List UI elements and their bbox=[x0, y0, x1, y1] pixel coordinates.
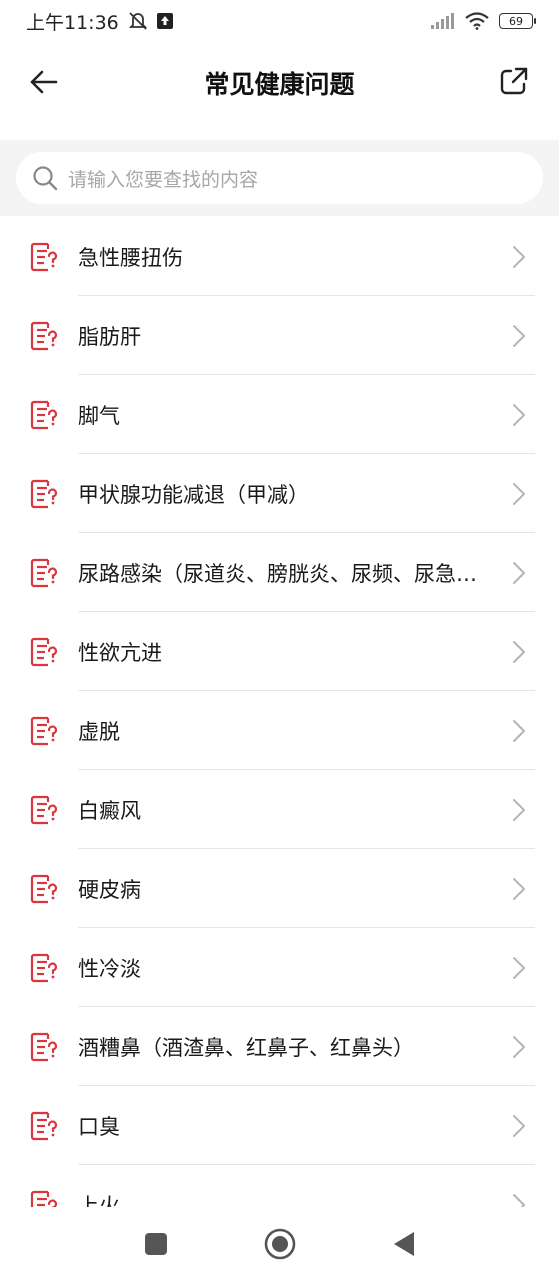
chevron-right-icon bbox=[513, 325, 525, 347]
search-placeholder: 请输入您要查找的内容 bbox=[68, 168, 259, 191]
status-bar: 上午11:36 69 bbox=[0, 0, 559, 42]
list-item[interactable]: 脂肪肝 bbox=[0, 296, 559, 375]
document-question-icon bbox=[30, 874, 58, 904]
document-question-icon bbox=[30, 242, 58, 272]
list-item[interactable]: 白癜风 bbox=[0, 770, 559, 849]
document-question-icon bbox=[30, 558, 58, 588]
list-item-label: 虚脱 bbox=[78, 719, 120, 744]
battery-indicator: 69 bbox=[499, 13, 536, 29]
list-item[interactable]: 上火 bbox=[0, 1165, 559, 1207]
list-item-label: 尿路感染（尿道炎、膀胱炎、尿频、尿急、尿痛） bbox=[78, 561, 488, 586]
document-question-icon bbox=[30, 716, 58, 746]
signal-icon bbox=[431, 13, 454, 29]
status-time: 上午11:36 bbox=[26, 11, 119, 34]
list-item-label: 脚气 bbox=[78, 403, 120, 428]
upload-notification-icon bbox=[156, 13, 173, 29]
document-question-icon bbox=[30, 953, 58, 983]
list-item-label: 脂肪肝 bbox=[78, 324, 141, 349]
list-item[interactable]: 口臭 bbox=[0, 1086, 559, 1165]
recent-apps-icon[interactable] bbox=[144, 1232, 168, 1256]
list-item-label: 口臭 bbox=[78, 1114, 120, 1139]
list-item[interactable]: 硬皮病 bbox=[0, 849, 559, 928]
chevron-right-icon bbox=[513, 1194, 525, 1207]
list-item[interactable]: 脚气 bbox=[0, 375, 559, 454]
document-question-icon bbox=[30, 321, 58, 351]
list-item-label: 酒糟鼻（酒渣鼻、红鼻子、红鼻头） bbox=[78, 1035, 414, 1060]
list-item[interactable]: 尿路感染（尿道炎、膀胱炎、尿频、尿急、尿痛） bbox=[0, 533, 559, 612]
list-item[interactable]: 酒糟鼻（酒渣鼻、红鼻子、红鼻头） bbox=[0, 1007, 559, 1086]
back-triangle-icon[interactable] bbox=[392, 1231, 416, 1257]
document-question-icon bbox=[30, 1190, 58, 1207]
chevron-right-icon bbox=[513, 720, 525, 742]
chevron-right-icon bbox=[513, 483, 525, 505]
list-item[interactable]: 性冷淡 bbox=[0, 928, 559, 1007]
list-item-label: 上火 bbox=[78, 1193, 120, 1208]
chevron-right-icon bbox=[513, 1036, 525, 1058]
document-question-icon bbox=[30, 795, 58, 825]
chevron-right-icon bbox=[513, 799, 525, 821]
chevron-right-icon bbox=[513, 404, 525, 426]
share-icon[interactable] bbox=[499, 66, 529, 96]
list-item[interactable]: 甲状腺功能减退（甲减） bbox=[0, 454, 559, 533]
search-area: 请输入您要查找的内容 bbox=[0, 140, 559, 216]
chevron-right-icon bbox=[513, 562, 525, 584]
document-question-icon bbox=[30, 400, 58, 430]
chevron-right-icon bbox=[513, 957, 525, 979]
health-question-list: 急性腰扭伤 脂肪肝 脚气 甲状腺功能减退（甲减） 尿路感染（尿道炎、膀胱炎、尿频… bbox=[0, 217, 559, 1207]
list-item-label: 性欲亢进 bbox=[78, 640, 162, 665]
list-item-label: 甲状腺功能减退（甲减） bbox=[78, 482, 309, 507]
document-question-icon bbox=[30, 479, 58, 509]
list-item[interactable]: 急性腰扭伤 bbox=[0, 217, 559, 296]
wifi-icon bbox=[465, 12, 489, 30]
chevron-right-icon bbox=[513, 246, 525, 268]
mute-bell-icon bbox=[128, 12, 147, 30]
app-header: 常见健康问题 bbox=[0, 42, 559, 124]
chevron-right-icon bbox=[513, 641, 525, 663]
document-question-icon bbox=[30, 1111, 58, 1141]
document-question-icon bbox=[30, 1032, 58, 1062]
list-item-label: 白癜风 bbox=[78, 798, 141, 823]
list-item[interactable]: 性欲亢进 bbox=[0, 612, 559, 691]
system-nav-bar bbox=[0, 1207, 559, 1280]
search-input[interactable]: 请输入您要查找的内容 bbox=[16, 152, 543, 204]
battery-level: 69 bbox=[509, 14, 523, 28]
home-icon[interactable] bbox=[264, 1228, 296, 1260]
list-item-label: 性冷淡 bbox=[78, 956, 141, 981]
back-arrow-icon[interactable] bbox=[28, 66, 60, 98]
list-item-label: 急性腰扭伤 bbox=[78, 245, 183, 270]
chevron-right-icon bbox=[513, 878, 525, 900]
search-icon bbox=[33, 166, 58, 191]
chevron-right-icon bbox=[513, 1115, 525, 1137]
list-item-label: 硬皮病 bbox=[78, 877, 141, 902]
page-title: 常见健康问题 bbox=[204, 70, 355, 99]
list-item[interactable]: 虚脱 bbox=[0, 691, 559, 770]
document-question-icon bbox=[30, 637, 58, 667]
